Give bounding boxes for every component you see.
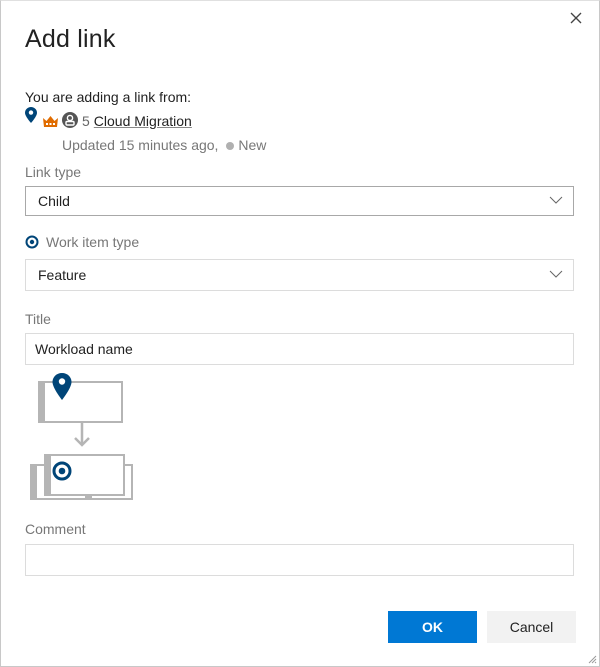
work-item-type-label: Work item type bbox=[46, 234, 140, 250]
child-cards bbox=[30, 454, 133, 500]
comment-label: Comment bbox=[25, 521, 86, 537]
work-item-type-icon bbox=[25, 235, 39, 249]
source-id: 5 bbox=[82, 113, 90, 129]
link-diagram bbox=[30, 373, 133, 500]
source-title-link[interactable]: Cloud Migration bbox=[94, 113, 192, 129]
close-icon bbox=[570, 12, 582, 24]
epic-pin-icon bbox=[25, 107, 37, 123]
close-button[interactable] bbox=[567, 9, 585, 27]
state-dot-icon bbox=[226, 141, 235, 150]
link-arrow-icon bbox=[74, 423, 90, 447]
title-label: Title bbox=[25, 311, 51, 327]
source-intro: You are adding a link from: bbox=[25, 89, 192, 105]
chevron-down-icon bbox=[549, 270, 563, 278]
work-item-type-dropdown[interactable]: Feature bbox=[25, 259, 574, 291]
updated-text: Updated 15 minutes ago, bbox=[62, 137, 219, 153]
avatar-icon bbox=[62, 112, 78, 128]
link-type-value: Child bbox=[38, 193, 70, 209]
cancel-button[interactable]: Cancel bbox=[487, 611, 576, 643]
comment-input[interactable] bbox=[25, 544, 574, 576]
source-status: Updated 15 minutes ago, New bbox=[62, 137, 266, 153]
title-value: Workload name bbox=[35, 341, 133, 357]
dialog-title: Add link bbox=[25, 25, 116, 53]
parent-card bbox=[38, 381, 123, 423]
link-type-label: Link type bbox=[25, 164, 82, 180]
add-link-dialog: Add link You are adding a link from: 5 C… bbox=[0, 0, 600, 667]
state-text: New bbox=[238, 137, 267, 153]
work-item-type-value: Feature bbox=[38, 267, 87, 283]
source-work-item: 5 Cloud Migration bbox=[25, 107, 192, 129]
link-type-dropdown[interactable]: Child bbox=[25, 186, 574, 216]
work-item-type-label-row: Work item type bbox=[25, 234, 139, 250]
resize-grip-icon[interactable] bbox=[587, 654, 597, 664]
title-input[interactable]: Workload name bbox=[25, 333, 574, 365]
crown-icon bbox=[43, 116, 58, 127]
ok-button[interactable]: OK bbox=[388, 611, 477, 643]
chevron-down-icon bbox=[549, 196, 563, 204]
